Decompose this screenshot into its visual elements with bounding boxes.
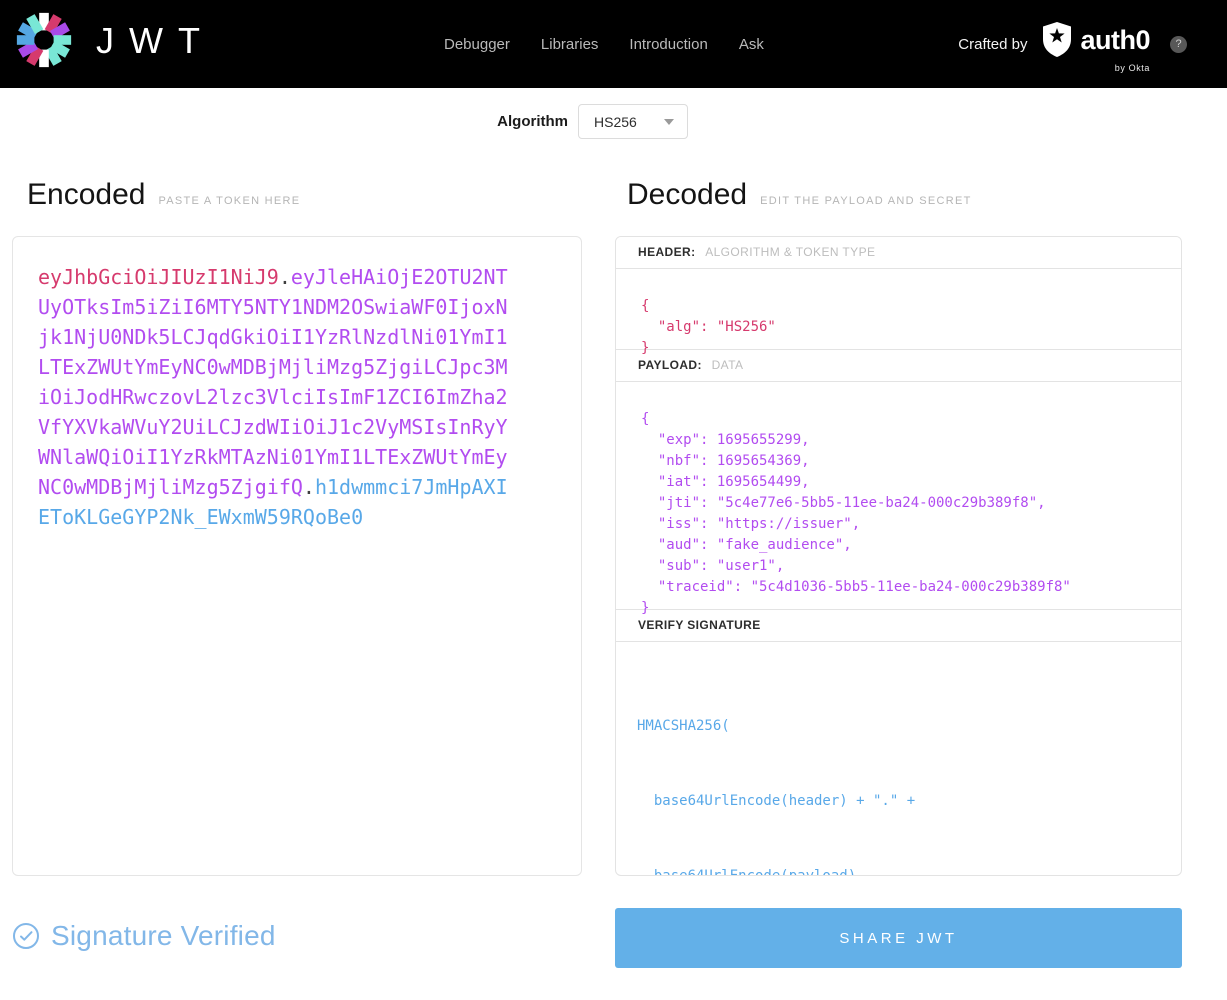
payload-section-label: PAYLOAD: DATA — [616, 349, 1181, 382]
token-payload-part: eyJleHAiOjE2OTU2NTUyOTksIm5iZiI6MTY5NTY1… — [38, 265, 508, 499]
signature-status-text: Signature Verified — [51, 920, 276, 952]
auth0-shield-icon — [1041, 22, 1073, 58]
payload-sublabel: DATA — [712, 358, 744, 372]
check-circle-icon — [12, 922, 40, 950]
header-sublabel: ALGORITHM & TOKEN TYPE — [705, 245, 875, 259]
encoded-title-row: Encoded PASTE A TOKEN HERE — [27, 178, 300, 212]
hmac-line-header: base64UrlEncode(header) + "." + — [637, 789, 1181, 814]
algorithm-selected-value: HS256 — [594, 114, 637, 130]
jwt-token-text[interactable]: eyJhbGciOiJIUzI1NiJ9.eyJleHAiOjE2OTU2NTU… — [38, 262, 509, 532]
nav-link-introduction[interactable]: Introduction — [629, 36, 707, 53]
token-header-part: eyJhbGciOiJIUzI1NiJ9 — [38, 265, 279, 289]
nav-links: Debugger Libraries Introduction Ask — [444, 0, 764, 88]
header-section-label: HEADER: ALGORITHM & TOKEN TYPE — [616, 237, 1181, 269]
header-label: HEADER: — [638, 245, 695, 259]
payload-json-editor[interactable]: { "exp": 1695655299, "nbf": 1695654369, … — [616, 382, 1181, 609]
nav-link-ask[interactable]: Ask — [739, 36, 764, 53]
token-separator-dot: . — [279, 265, 291, 289]
decoded-subtitle: EDIT THE PAYLOAD AND SECRET — [760, 195, 972, 207]
auth0-logo[interactable]: auth0 by Okta — [1041, 22, 1150, 66]
header-json-editor[interactable]: { "alg": "HS256" } — [616, 269, 1181, 349]
signature-status: Signature Verified — [12, 920, 276, 952]
jwt-logo[interactable]: JWT — [16, 12, 215, 68]
jwt-starburst-icon — [16, 12, 72, 68]
verify-label: VERIFY SIGNATURE — [638, 618, 761, 632]
auth0-wordmark: auth0 — [1080, 25, 1150, 56]
jwt-wordmark: JWT — [96, 20, 215, 62]
help-icon[interactable]: ? — [1170, 36, 1187, 53]
auth0-by-okta-label: by Okta — [1115, 63, 1150, 73]
token-separator-dot: . — [303, 475, 315, 499]
nav-link-debugger[interactable]: Debugger — [444, 36, 510, 53]
algorithm-select[interactable]: HS256 — [578, 104, 688, 139]
encoded-title: Encoded — [27, 178, 145, 212]
nav-link-libraries[interactable]: Libraries — [541, 36, 599, 53]
verify-signature-block: HMACSHA256( base64UrlEncode(header) + ".… — [616, 642, 1181, 876]
share-jwt-button[interactable]: SHARE JWT — [615, 908, 1182, 968]
hmac-fn-open: HMACSHA256( — [637, 714, 1181, 739]
decoded-panel: HEADER: ALGORITHM & TOKEN TYPE { "alg": … — [615, 236, 1182, 876]
encoded-token-editor[interactable]: eyJhbGciOiJIUzI1NiJ9.eyJleHAiOjE2OTU2NTU… — [12, 236, 582, 876]
crafted-by-block: Crafted by auth0 by Okta ? — [958, 0, 1187, 88]
verify-section-label: VERIFY SIGNATURE — [616, 609, 1181, 642]
algorithm-label: Algorithm — [497, 113, 568, 130]
decoded-title-row: Decoded EDIT THE PAYLOAD AND SECRET — [627, 178, 972, 212]
algorithm-row: Algorithm HS256 — [0, 104, 1227, 140]
hmac-line-payload: base64UrlEncode(payload), — [637, 864, 1181, 876]
chevron-down-icon — [664, 119, 674, 125]
encoded-subtitle: PASTE A TOKEN HERE — [158, 195, 300, 207]
decoded-title: Decoded — [627, 178, 747, 212]
payload-label: PAYLOAD: — [638, 358, 702, 372]
top-navbar: JWT Debugger Libraries Introduction Ask … — [0, 0, 1227, 88]
crafted-by-label: Crafted by — [958, 36, 1027, 53]
